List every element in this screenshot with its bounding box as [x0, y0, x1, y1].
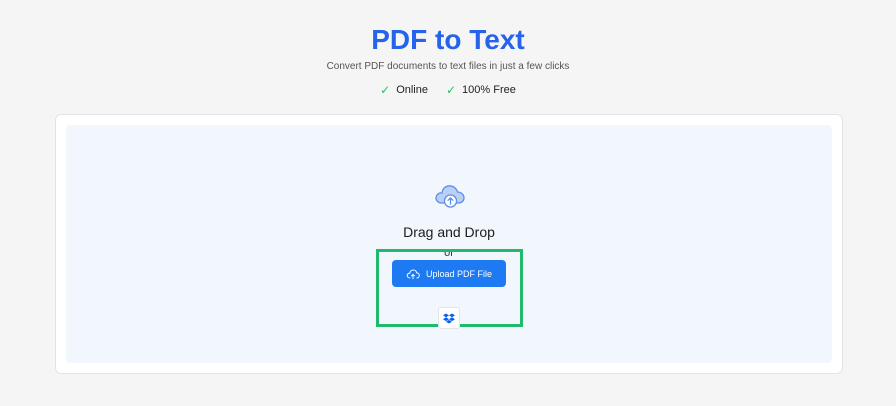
cloud-upload-icon	[406, 269, 420, 279]
page-subtitle: Convert PDF documents to text files in j…	[326, 61, 570, 72]
feature-online: ✓ Online	[380, 82, 428, 98]
dropbox-button[interactable]	[438, 307, 460, 329]
upload-pdf-button[interactable]: Upload PDF File	[392, 260, 506, 287]
upload-button-label: Upload PDF File	[425, 268, 493, 279]
upload-card: Drag and Drop or Upload PDF File	[55, 114, 843, 374]
check-icon: ✓	[445, 83, 457, 97]
page: PDF to Text Convert PDF documents to tex…	[0, 0, 896, 406]
feature-label: Online	[396, 84, 428, 96]
page-title: PDF to Text	[371, 24, 525, 55]
feature-free: ✓ 100% Free	[446, 82, 516, 98]
dropbox-icon	[443, 313, 455, 323]
drag-drop-label: Drag and Drop	[403, 224, 495, 240]
cloud-upload-icon	[435, 185, 465, 208]
check-icon: ✓	[380, 83, 391, 97]
feature-list: ✓ Online ✓ 100% Free	[0, 82, 896, 98]
drop-zone[interactable]: Drag and Drop or Upload PDF File	[66, 125, 832, 363]
feature-label: 100% Free	[462, 84, 516, 96]
